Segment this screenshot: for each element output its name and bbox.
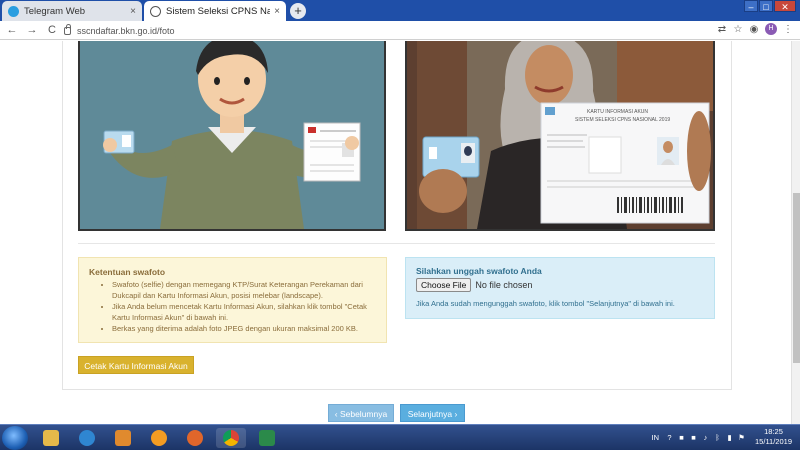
network-icon[interactable]: ▮: [724, 433, 735, 442]
maximize-button[interactable]: □: [759, 0, 773, 12]
telegram-icon: [8, 5, 19, 17]
flag-icon[interactable]: ⚑: [736, 433, 747, 442]
toolbar-actions: ⇄ ☆ ◉ H ⋮: [714, 23, 796, 35]
minimize-button[interactable]: –: [744, 0, 758, 12]
bluetooth-icon[interactable]: ᛒ: [712, 433, 723, 442]
rules-list: Swafoto (selfie) dengan memegang KTP/Sur…: [112, 280, 376, 335]
vlc-icon[interactable]: [144, 428, 174, 448]
volume-icon[interactable]: ♪: [700, 433, 711, 442]
firefox-icon[interactable]: [180, 428, 210, 448]
date: 15/11/2019: [755, 437, 792, 446]
taskbar: IN ? ■ ■ ♪ ᛒ ▮ ⚑ 18:25 15/11/2019: [0, 424, 800, 450]
profile-avatar[interactable]: H: [765, 23, 777, 35]
tab-telegram[interactable]: Telegram Web ×: [2, 1, 142, 21]
forward-icon[interactable]: →: [24, 24, 40, 36]
back-icon[interactable]: ←: [4, 24, 20, 36]
excel-icon[interactable]: [252, 428, 282, 448]
upload-title: Silahkan unggah swafoto Anda: [416, 266, 542, 276]
help-icon[interactable]: ?: [664, 433, 675, 442]
upload-panel: Silahkan unggah swafoto Anda Choose File…: [405, 257, 715, 319]
tab-label: Sistem Seleksi CPNS Nasional: [166, 5, 271, 17]
explorer-icon[interactable]: [36, 428, 66, 448]
address-bar[interactable]: sscndaftar.bkn.go.id/foto: [64, 23, 684, 38]
new-tab-button[interactable]: +: [290, 3, 306, 19]
translate-icon[interactable]: ⇄: [714, 24, 730, 35]
language-indicator[interactable]: IN: [652, 433, 660, 442]
window-controls: – □ ✕: [743, 0, 796, 12]
extension-icon[interactable]: ◉: [746, 24, 762, 35]
vertical-scrollbar[interactable]: [791, 41, 800, 424]
choose-file-button[interactable]: Choose File: [416, 278, 472, 292]
system-tray: IN ? ■ ■ ♪ ᛒ ▮ ⚑ 18:25 15/11/2019: [652, 427, 792, 447]
browser-toolbar: ← → C sscndaftar.bkn.go.id/foto ⇄ ☆ ◉ H …: [0, 21, 800, 40]
selfie-example-photo: KARTU INFORMASI AKUN SISTEM SELEKSI CPNS…: [405, 41, 715, 231]
illustration-svg: [80, 41, 384, 229]
chrome-icon[interactable]: [216, 428, 246, 448]
browser-tab-strip: Telegram Web × Sistem Seleksi CPNS Nasio…: [0, 0, 800, 21]
rule-item: Swafoto (selfie) dengan memegang KTP/Sur…: [112, 280, 376, 301]
security-icon[interactable]: ■: [676, 433, 687, 442]
tab-sscn[interactable]: Sistem Seleksi CPNS Nasional ×: [144, 1, 286, 21]
next-button[interactable]: Selanjutnya ›: [400, 404, 465, 422]
menu-icon[interactable]: ⋮: [780, 24, 796, 35]
rules-panel: Ketentuan swafoto Swafoto (selfie) denga…: [78, 257, 387, 343]
media-player-icon[interactable]: [108, 428, 138, 448]
photo-svg: KARTU INFORMASI AKUN SISTEM SELEKSI CPNS…: [407, 41, 713, 229]
pdf-icon[interactable]: ■: [688, 433, 699, 442]
page-viewport: KARTU INFORMASI AKUN SISTEM SELEKSI CPNS…: [0, 41, 800, 424]
tab-label: Telegram Web: [24, 5, 86, 17]
internet-explorer-icon[interactable]: [72, 428, 102, 448]
paper-subheader: SISTEM SELEKSI CPNS NASIONAL 2019: [575, 117, 670, 123]
scrollbar-thumb[interactable]: [793, 193, 800, 363]
url-text: sscndaftar.bkn.go.id/foto: [77, 25, 175, 36]
tab-close-icon[interactable]: ×: [130, 6, 136, 17]
rule-item: Berkas yang diterima adalah foto JPEG de…: [112, 324, 376, 335]
file-status: No file chosen: [475, 280, 533, 290]
rules-title: Ketentuan swafoto: [89, 267, 166, 277]
close-window-button[interactable]: ✕: [774, 0, 796, 12]
rule-item: Jika Anda belum mencetak Kartu Informasi…: [112, 302, 376, 323]
star-icon[interactable]: ☆: [730, 24, 746, 35]
print-account-card-button[interactable]: Cetak Kartu Informasi Akun: [78, 356, 194, 374]
file-input: Choose File No file chosen: [416, 278, 704, 292]
globe-icon: [150, 5, 161, 17]
previous-button[interactable]: ‹ Sebelumnya: [328, 404, 394, 422]
selfie-example-illustration: [78, 41, 386, 231]
reload-icon[interactable]: C: [44, 24, 60, 36]
lock-icon: [64, 23, 71, 35]
clock[interactable]: 18:25 15/11/2019: [755, 427, 792, 447]
tab-close-icon[interactable]: ×: [274, 6, 280, 17]
start-button[interactable]: [2, 426, 28, 450]
upload-hint: Jika Anda sudah mengunggah swafoto, klik…: [416, 299, 675, 308]
time: 18:25: [764, 427, 783, 436]
divider: [78, 243, 715, 244]
paper-header: KARTU INFORMASI AKUN: [587, 109, 648, 115]
